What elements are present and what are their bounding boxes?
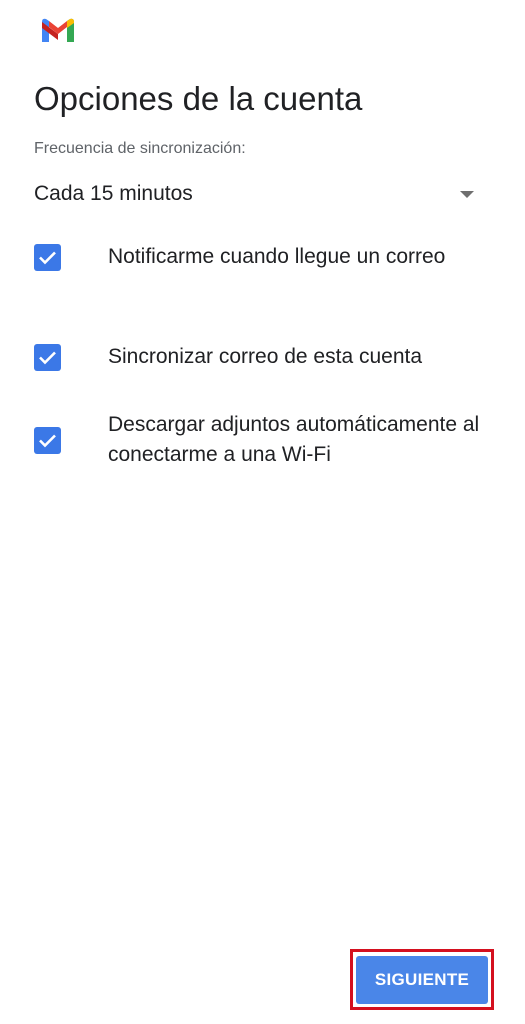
next-button-highlight: SIGUIENTE xyxy=(350,949,494,1010)
sync-checkbox[interactable] xyxy=(34,343,61,371)
notify-checkbox[interactable] xyxy=(34,243,61,271)
page-title: Opciones de la cuenta xyxy=(34,80,363,117)
checkmark-icon xyxy=(39,434,56,447)
sync-frequency-dropdown[interactable]: Cada 15 minutos xyxy=(34,174,476,214)
dropdown-arrow-icon[interactable] xyxy=(460,190,474,198)
option-notify-new-mail[interactable]: Notificarme cuando llegue un correo xyxy=(34,242,484,272)
sync-frequency-label: Frecuencia de sincronización: xyxy=(34,140,246,157)
download-attachments-label: Descargar adjuntos automáticamente al co… xyxy=(108,413,480,466)
notify-label: Notificarme cuando llegue un correo xyxy=(108,245,446,268)
checkmark-icon xyxy=(39,251,56,264)
option-sync-mail[interactable]: Sincronizar correo de esta cuenta xyxy=(34,342,484,372)
checkmark-icon xyxy=(39,351,56,364)
gmail-logo-icon xyxy=(40,16,76,44)
sync-frequency-value: Cada 15 minutos xyxy=(34,182,193,205)
download-attachments-checkbox[interactable] xyxy=(34,426,61,454)
sync-label: Sincronizar correo de esta cuenta xyxy=(108,345,423,368)
next-button[interactable]: SIGUIENTE xyxy=(356,955,488,1004)
option-download-attachments[interactable]: Descargar adjuntos automáticamente al co… xyxy=(34,410,484,470)
